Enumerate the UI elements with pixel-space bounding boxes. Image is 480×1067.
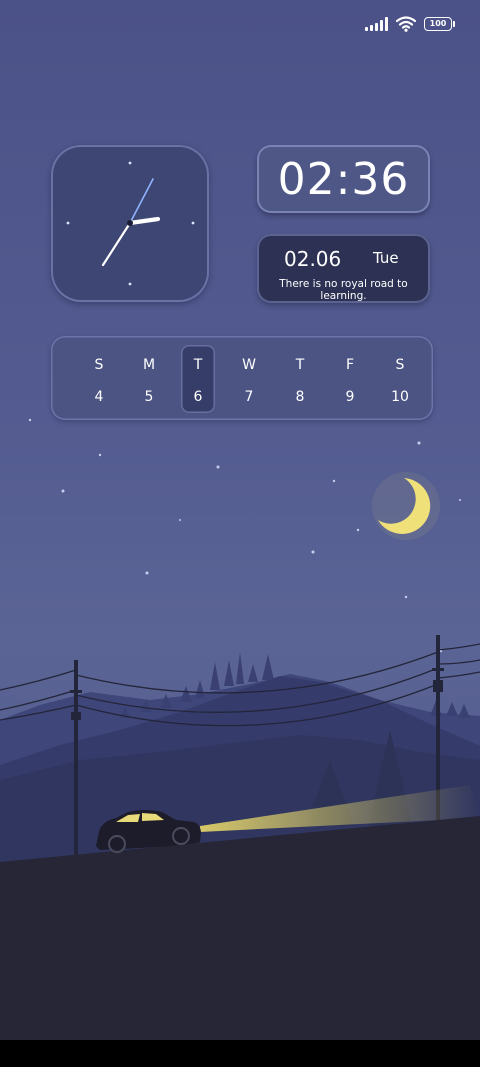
calendar-day: S 4	[81, 336, 117, 420]
date-quote-widget[interactable]: 02.06 Tue There is no royal road to lear…	[257, 234, 430, 303]
day-name: S	[94, 357, 104, 373]
day-date: 8	[295, 389, 305, 405]
day-date: 7	[244, 389, 254, 405]
quote-text: There is no royal road to learning.	[279, 278, 408, 302]
day-date: 4	[94, 389, 104, 405]
day-name: M	[142, 357, 156, 373]
signal-icon	[365, 17, 388, 31]
navigation-bar	[0, 1040, 480, 1067]
analog-clock-widget[interactable]	[51, 145, 209, 302]
calendar-week-widget[interactable]: S 4 M 5 T 6 W 7 T 8 F 9 S 10	[51, 336, 433, 420]
calendar-day: F 9	[332, 336, 368, 420]
digital-time: 02:36	[277, 153, 410, 205]
day-name: F	[345, 357, 355, 373]
hour-hand	[127, 216, 161, 226]
day-name: T	[295, 357, 305, 373]
day-name: S	[395, 357, 405, 373]
calendar-day: S 10	[382, 336, 418, 420]
minute-hand	[129, 178, 154, 224]
calendar-day: T 8	[282, 336, 318, 420]
clock-face	[66, 161, 195, 286]
date-label: 02.06	[284, 247, 342, 271]
day-name: T	[193, 357, 203, 373]
day-name: W	[242, 357, 256, 373]
day-date: 6	[193, 389, 203, 405]
calendar-day-today: T 6	[180, 336, 216, 420]
day-date: 9	[345, 389, 355, 405]
calendar-day: M 5	[131, 336, 167, 420]
status-bar: 100	[365, 14, 455, 34]
day-date: 5	[144, 389, 154, 405]
digital-clock-widget[interactable]: 02:36	[257, 145, 430, 213]
home-screen: 100 02:36 02.06 Tue There is no royal ro…	[0, 0, 480, 1040]
calendar-day: W 7	[231, 336, 267, 420]
day-date: 10	[391, 389, 409, 405]
battery-icon: 100	[424, 17, 455, 31]
wifi-icon	[396, 16, 416, 32]
weekday-label: Tue	[373, 249, 399, 267]
second-hand	[101, 221, 132, 267]
